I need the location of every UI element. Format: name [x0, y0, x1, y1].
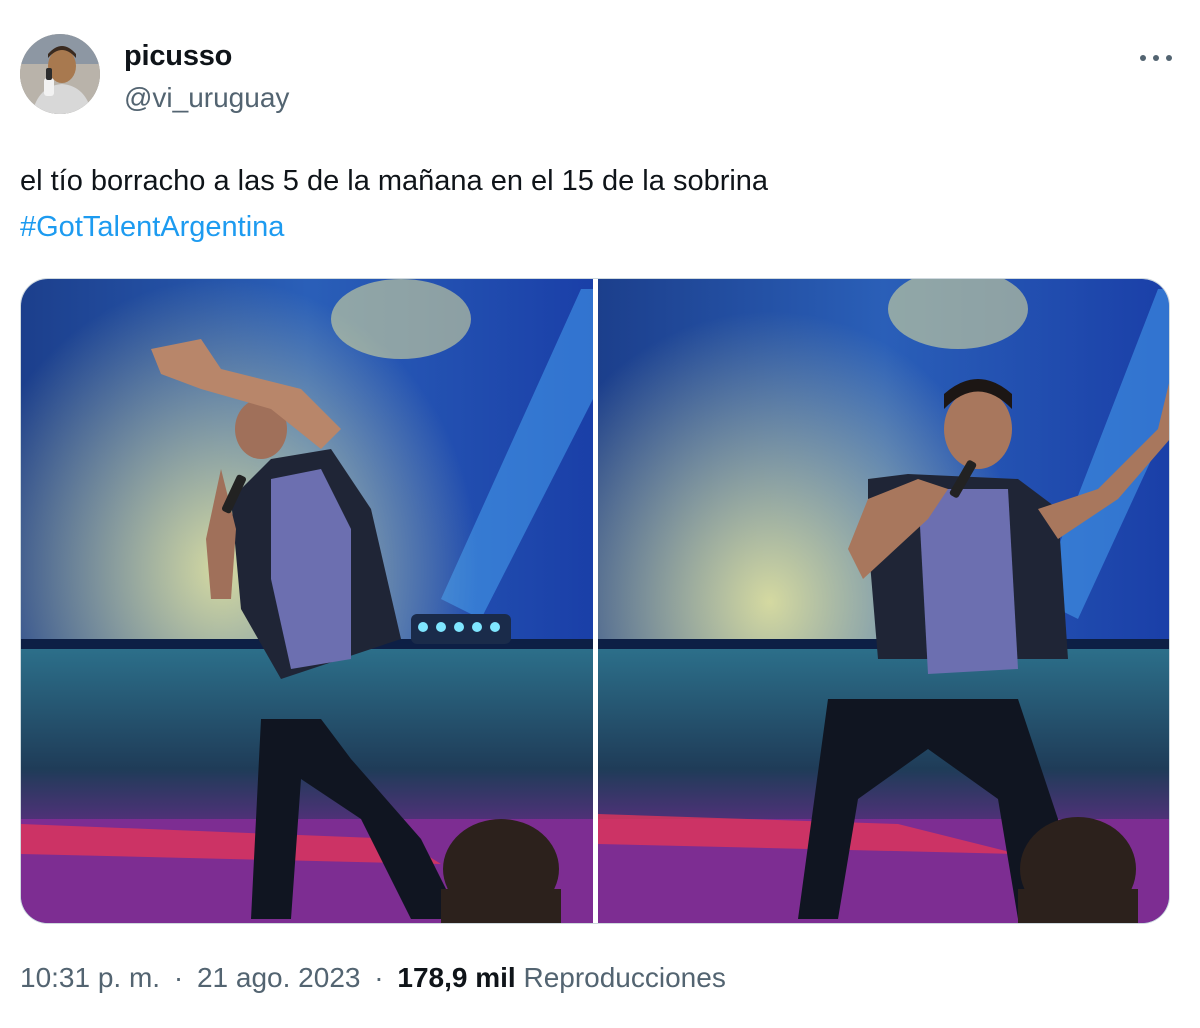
more-options-icon	[1140, 55, 1146, 61]
tweet-text: el tío borracho a las 5 de la mañana en …	[20, 158, 1180, 250]
stage-performer-photo-icon	[598, 279, 1169, 923]
author-avatar[interactable]	[20, 34, 100, 114]
views-label: Reproducciones	[523, 962, 726, 993]
author-handle[interactable]: @vi_uruguay	[124, 80, 289, 116]
tweet-date[interactable]: 21 ago. 2023	[197, 962, 361, 993]
author-display-name[interactable]: picusso	[124, 38, 289, 74]
tweet-footer: 10:31 p. m. · 21 ago. 2023 · 178,9 mil R…	[20, 958, 726, 998]
tweet-time[interactable]: 10:31 p. m.	[20, 962, 160, 993]
author-names: picusso @vi_uruguay	[124, 38, 289, 116]
tweet-header: picusso @vi_uruguay	[20, 34, 1180, 118]
footer-separator: ·	[374, 962, 384, 993]
hashtag-link[interactable]: #GotTalentArgentina	[20, 204, 1180, 250]
avatar-photo-icon	[20, 34, 100, 114]
tweet-text-line: el tío borracho a las 5 de la mañana en …	[20, 165, 769, 197]
media-photo-1[interactable]	[21, 279, 593, 923]
more-options-button[interactable]	[1136, 42, 1176, 72]
footer-separator: ·	[173, 962, 184, 993]
more-options-icon-dot	[1153, 55, 1159, 61]
media-grid	[20, 278, 1170, 924]
media-photo-2[interactable]	[598, 279, 1169, 923]
more-options-icon-dot	[1166, 55, 1172, 61]
views-count: 178,9 mil	[397, 962, 516, 993]
stage-performer-photo-icon	[21, 279, 593, 923]
